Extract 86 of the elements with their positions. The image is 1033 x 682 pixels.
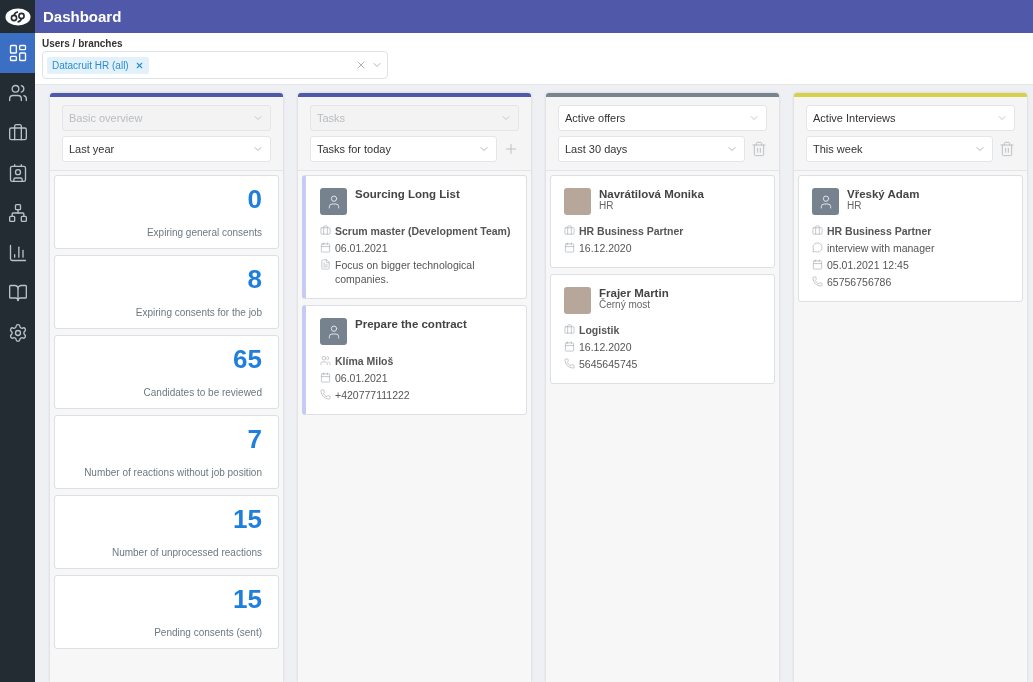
period-select[interactable]: Last year [62,136,271,162]
chat-icon [812,242,823,253]
stat-value: 15 [233,506,262,532]
widget-type-select[interactable]: Active offers [558,105,767,131]
chart-icon [7,243,28,263]
avatar-icon [812,188,839,215]
item-card[interactable]: Prepare the contract Klíma Miloš 06.01.2021 +420777111222 [302,305,527,415]
item-card[interactable]: Sourcing Long List Scrum master (Development Team) 06.01.2021 Focus on bigger technological companies. [302,175,527,299]
phone-icon [564,358,575,369]
phone-icon [320,389,331,400]
card-subtitle: Černý most [599,299,652,310]
stat-label: Number of reactions without job position [84,467,262,478]
document-icon [320,259,331,270]
stat-label: Expiring general consents [146,227,262,238]
people-icon [320,355,331,366]
sidebar-item[interactable] [0,33,35,73]
phone-icon [812,276,823,287]
widget-type-select[interactable]: Active Interviews [806,105,1015,131]
card-detail: 5645645745 [579,357,638,371]
calendar-icon [320,242,331,253]
card-detail: Klíma Miloš [335,354,394,368]
calendar-icon [812,259,823,270]
card-detail: +420777111222 [335,388,410,402]
card-detail: 05.01.2021 12:45 [827,258,909,272]
card-title: Frajer Martin [599,287,669,299]
stat-value: 65 [233,346,262,372]
briefcase-icon [7,123,28,143]
card-detail: 16.12.2020 [579,241,632,255]
card-detail: Logistik [579,323,620,337]
card-subtitle: HR [599,200,615,211]
avatar-icon [320,318,347,345]
card-detail: HR Business Partner [827,224,932,238]
calendar-icon [320,372,331,383]
logo-icon [4,7,31,26]
card-title: Navrátilová Monika [599,188,704,200]
card-title: Prepare the contract [355,318,467,330]
briefcase-icon [564,225,575,236]
tag-label: Datacruit HR (all) [52,59,129,71]
card-detail: 65756756786 [827,275,892,289]
briefcase-icon [564,324,575,335]
stat-value: 15 [233,586,262,612]
card-detail: interview with manager [827,241,935,255]
avatar-icon [320,188,347,215]
stat-card[interactable]: 15 Number of unprocessed reactions [54,495,279,569]
stat-card[interactable]: 0 Expiring general consents [54,175,279,249]
period-select[interactable]: Tasks for today [310,136,497,162]
briefcase-icon [320,225,331,236]
stat-label: Candidates to be reviewed [143,387,262,398]
calendar-icon [564,242,575,253]
card-detail: 16.12.2020 [579,340,632,354]
card-title: Vřeský Adam [847,188,920,200]
contact-icon [7,163,28,183]
card-detail: 06.01.2021 [335,241,388,255]
item-card[interactable]: Frajer Martin Černý most Logistik 16.12.2020 5645645745 [550,274,775,384]
period-select[interactable]: This week [806,136,993,162]
people-icon [7,83,28,103]
stat-label: Expiring consents for the job [135,307,262,318]
stat-value: 8 [247,266,262,292]
photo-placeholder [564,287,591,314]
briefcase-icon [812,225,823,236]
stat-value: 7 [247,426,262,452]
card-subtitle: HR [847,200,862,211]
stat-card[interactable]: 8 Expiring consents for the job [54,255,279,329]
item-card[interactable]: Navrátilová Monika HR HR Business Partner 16.12.2020 [550,175,775,268]
page-title: Dashboard [43,8,122,25]
period-select[interactable]: Last 30 days [558,136,745,162]
stat-label: Pending consents (sent) [154,627,262,638]
card-title: Sourcing Long List [355,188,460,200]
field-label: Users / branches [42,38,123,49]
book-icon [7,283,28,303]
stat-label: Number of unprocessed reactions [111,547,262,558]
hierarchy-icon [7,203,28,223]
stat-card[interactable]: 7 Number of reactions without job position [54,415,279,489]
photo-placeholder [564,188,591,215]
card-detail: HR Business Partner [579,224,684,238]
settings-icon [7,323,28,343]
dashboard-icon [7,43,28,63]
calendar-icon [564,341,575,352]
remove-icon[interactable] [134,60,144,70]
stat-card[interactable]: 65 Candidates to be reviewed [54,335,279,409]
card-detail: Focus on bigger technological companies. [335,258,476,286]
stat-card[interactable]: 15 Pending consents (sent) [54,575,279,649]
item-card[interactable]: Vřeský Adam HR HR Business Partner interview with manager 05.01.2021 12:45 65756756786 [798,175,1023,302]
stat-value: 0 [247,186,262,212]
card-detail: Scrum master (Development Team) [335,224,511,238]
card-detail: 06.01.2021 [335,371,388,385]
